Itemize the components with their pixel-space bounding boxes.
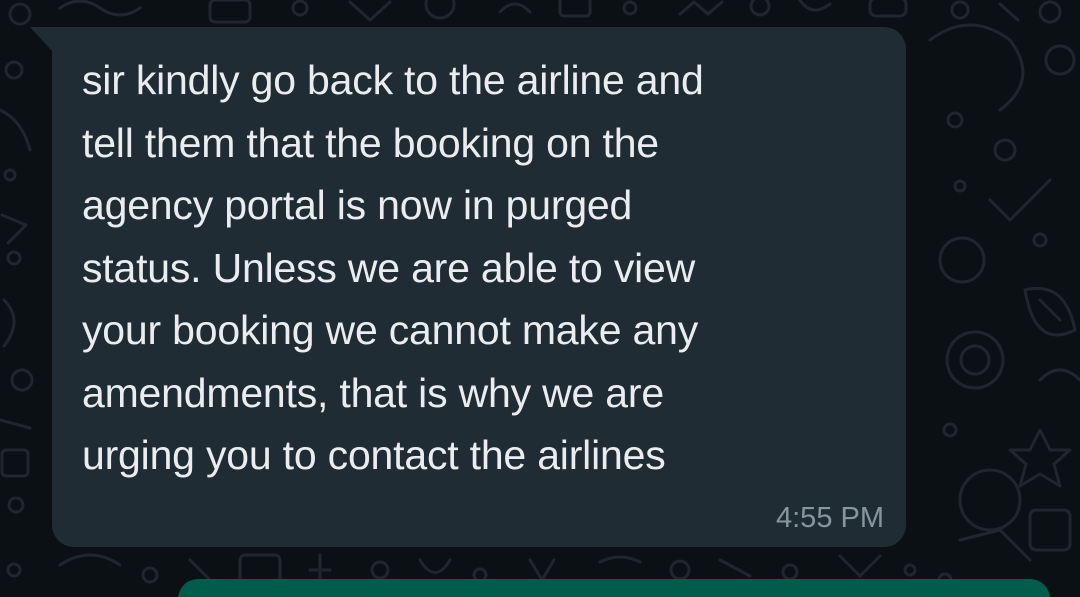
message-line: agency portal is now in purged [82,182,633,228]
message-timestamp: 4:55 PM [776,502,884,534]
chat-background: sir kindly go back to the airline and te… [0,0,1080,597]
incoming-message-bubble[interactable]: sir kindly go back to the airline and te… [52,27,906,547]
incoming-bubble-tail [30,27,54,53]
doodle-cluster-left [0,60,34,578]
message-line: tell them that the booking on the [82,119,659,166]
message-line: status. Unless we are able to view [82,244,696,291]
message-line: sir kindly go back to the airline and [82,57,704,103]
message-line: your booking we cannot make any [82,307,699,353]
message-text: sir kindly go back to the airline and te… [82,49,872,487]
doodle-cluster-top [8,0,1062,26]
message-line: urging you to contact the airlines [82,432,666,478]
outgoing-message-bubble-partial[interactable] [178,579,1050,597]
doodle-cluster-right [928,23,1080,588]
message-line: amendments, that is why we are [82,369,664,416]
